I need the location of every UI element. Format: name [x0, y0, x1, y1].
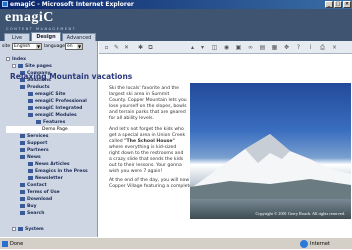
chevron-down-icon: ▼ [36, 44, 41, 49]
tree-item[interactable]: Newsletter [28, 175, 63, 182]
folder-icon [28, 98, 33, 103]
tree-item-selected[interactable]: Demo Page [6, 126, 94, 133]
tree-item[interactable]: Index [6, 56, 26, 63]
article-heading: Relaxing Mountain vacations [10, 72, 133, 81]
mountain-graphic [190, 134, 351, 199]
ie-icon [2, 1, 8, 7]
tree-item[interactable]: Products [20, 84, 50, 91]
tree-item[interactable]: Contact [20, 182, 47, 189]
tab-advanced[interactable]: Advanced [62, 33, 96, 41]
folder-icon [20, 210, 25, 215]
sidebar: site English ▼ language en ▼ Index Site … [0, 41, 98, 237]
tree-item[interactable]: emagiC Modules [28, 112, 77, 119]
tagline: CONTENT MANAGEMENT [6, 27, 77, 31]
tree-item[interactable]: emagiC Site [28, 91, 65, 98]
status-text: Done [10, 241, 24, 247]
info-icon[interactable]: i [307, 44, 314, 51]
tree-item[interactable]: Download [20, 196, 52, 203]
language-label: language [44, 44, 65, 49]
article-paragraph-2: And let's not forget the kids who get a … [109, 127, 186, 174]
folder-icon [18, 63, 23, 68]
security-zone: Internet [310, 241, 330, 247]
status-bar: Done Internet [0, 237, 352, 249]
publish-icon[interactable]: ◉ [223, 44, 230, 51]
delete-icon[interactable]: ✕ [123, 44, 130, 51]
help-icon[interactable]: ? [295, 44, 302, 51]
tree-item[interactable]: Features [36, 119, 65, 126]
lock-icon[interactable]: ▣ [235, 44, 242, 51]
globe-icon [300, 240, 308, 248]
editor-toolbar: ▫ ✎ ✕ ✱ ⧉ ▴ ▾ ◫ ◉ ▣ ∞ ▤ ▦ ✥ ? i ⎙ × [99, 41, 352, 54]
down-icon[interactable]: ▾ [199, 44, 206, 51]
window-title: emagiC - Microsoft Internet Explorer [10, 1, 134, 8]
tree-item[interactable]: Services [20, 133, 48, 140]
settings-icon[interactable]: ✱ [137, 44, 144, 51]
tree-item[interactable]: Buy [20, 203, 37, 210]
tab-design[interactable]: Design [31, 32, 61, 41]
minimize-button[interactable]: _ [325, 1, 333, 8]
preview-icon[interactable]: ◫ [211, 44, 218, 51]
folder-icon [36, 119, 41, 124]
tree-item[interactable]: emagiC Professional [28, 98, 87, 105]
tree-item[interactable]: Search [20, 210, 44, 217]
edit-icon[interactable]: ✎ [113, 44, 120, 51]
page-icon [2, 241, 8, 247]
folder-icon [20, 203, 25, 208]
mountain-photo: Copyright © 2001 Gerry Roach. All rights… [190, 83, 351, 219]
folder-icon [28, 105, 33, 110]
tree-item[interactable]: Terms of Use [20, 189, 60, 196]
tab-live[interactable]: Live [4, 33, 30, 41]
folder-icon [20, 140, 25, 145]
tree-item[interactable]: Site pages [12, 63, 52, 70]
link-icon[interactable]: ∞ [247, 44, 254, 51]
tree-item[interactable]: System [12, 226, 44, 233]
site-select[interactable]: English ▼ [12, 43, 42, 50]
tree-item[interactable]: Partners [20, 147, 49, 154]
close-icon[interactable]: × [331, 44, 338, 51]
article-paragraph-1: Ski the locals' favorite and the largest… [109, 86, 187, 121]
tree-item[interactable]: Emagics in the Press [28, 168, 88, 175]
tree-item[interactable]: Support [20, 140, 47, 147]
folder-icon [20, 154, 25, 159]
up-icon[interactable]: ▴ [189, 44, 196, 51]
copy-icon[interactable]: ⧉ [147, 44, 154, 51]
new-icon[interactable]: ▫ [103, 44, 110, 51]
folder-icon [28, 91, 33, 96]
site-label: site [2, 44, 11, 49]
folder-icon [28, 168, 33, 173]
folder-icon [28, 175, 33, 180]
chevron-down-icon: ▼ [77, 44, 82, 49]
tree-item[interactable]: emagiC Integrated [28, 105, 82, 112]
table-icon[interactable]: ▦ [271, 44, 278, 51]
tree-item[interactable]: News [20, 154, 41, 161]
site-language-selects: site English ▼ language en ▼ [2, 43, 96, 51]
folder-icon [28, 161, 33, 166]
folder-icon [20, 84, 25, 89]
image-icon[interactable]: ▤ [259, 44, 266, 51]
folder-icon [20, 196, 25, 201]
close-button[interactable]: × [343, 1, 351, 8]
tree-item[interactable]: News Articles [28, 161, 70, 168]
photo-caption: Copyright © 2001 Gerry Roach. All rights… [255, 211, 345, 216]
folder-icon [20, 189, 25, 194]
folder-icon [20, 147, 25, 152]
folder-icon [28, 112, 33, 117]
window-titlebar: emagiC - Microsoft Internet Explorer _ □… [0, 0, 352, 9]
move-icon[interactable]: ✥ [283, 44, 290, 51]
folder-icon [20, 182, 25, 187]
language-select[interactable]: en ▼ [65, 43, 83, 50]
folder-icon [20, 133, 25, 138]
folder-icon [18, 226, 23, 231]
print-icon[interactable]: ⎙ [319, 44, 326, 51]
logo: emagiC [5, 10, 54, 25]
maximize-button[interactable]: □ [334, 1, 342, 8]
